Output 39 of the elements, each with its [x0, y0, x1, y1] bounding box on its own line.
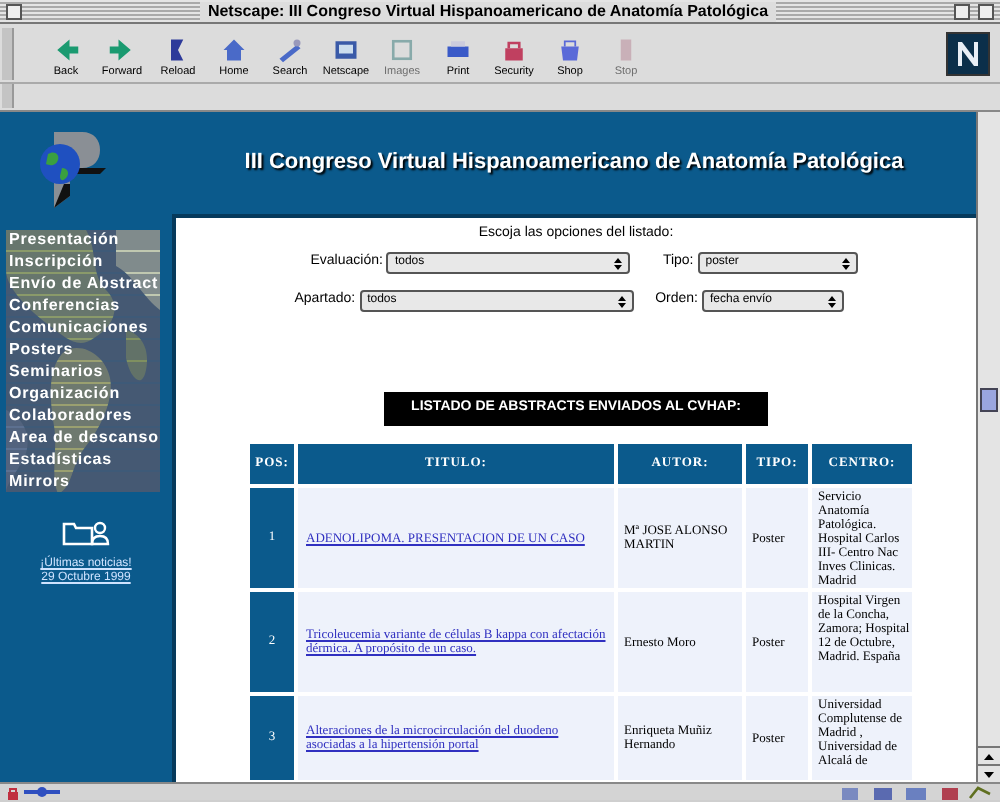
nav-link[interactable]: Estadísticas [5, 450, 159, 470]
search-icon [276, 35, 304, 63]
vertical-scrollbar[interactable] [976, 112, 1000, 782]
close-box[interactable] [6, 3, 22, 19]
page-heading: III Congreso Virtual Hispanoamericano de Anatomía Patológica [244, 148, 904, 179]
nav-link[interactable]: Organización [5, 384, 159, 404]
home-icon [220, 35, 248, 63]
scroll-up-button[interactable] [978, 746, 1000, 764]
window-title: Netscape: III Congreso Virtual Hispanoamericano de Anatomía Patológica [199, 1, 777, 21]
updown-arrows-icon [841, 257, 850, 269]
toolbar-grip[interactable] [2, 27, 14, 79]
lock-icon[interactable] [6, 785, 20, 799]
nav-link[interactable]: Envío de Abstract [5, 274, 159, 294]
back-arrow-icon [52, 35, 80, 63]
collapse-box[interactable] [978, 3, 994, 19]
nav-link[interactable]: Comunicaciones [5, 318, 159, 338]
folder-user-icon[interactable] [62, 518, 110, 546]
forward-arrow-icon [108, 35, 136, 63]
down-arrow-icon [984, 771, 994, 777]
netscape-logo[interactable] [946, 31, 990, 75]
nav-link[interactable]: Colaboradores [5, 406, 159, 426]
updown-arrows-icon [614, 257, 623, 269]
zoom-box[interactable] [954, 3, 970, 19]
nav-link[interactable]: Inscripción [5, 252, 159, 272]
updown-arrows-icon [828, 295, 836, 307]
nav-link[interactable]: Conferencias [5, 296, 159, 316]
nav-link[interactable]: Presentación [5, 230, 159, 250]
nav-link[interactable]: Posters [5, 340, 159, 360]
scroll-thumb[interactable] [980, 388, 998, 412]
up-arrow-icon [984, 753, 994, 759]
image-icon [388, 35, 416, 63]
updown-arrows-icon [617, 295, 626, 307]
printer-icon [444, 35, 472, 63]
nav-link[interactable]: Area de descanso [5, 428, 159, 448]
nav-link[interactable]: Mirrors [5, 472, 159, 492]
shopping-bag-icon [556, 35, 584, 63]
toolbar-grip[interactable] [2, 84, 14, 108]
nav-link[interactable]: Seminarios [5, 362, 159, 382]
connection-icon [24, 786, 60, 798]
